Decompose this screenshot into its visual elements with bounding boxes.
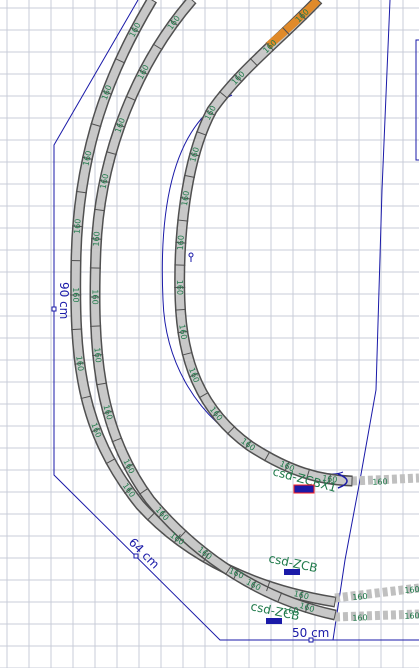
track-length-label: 160 [188, 146, 201, 163]
grid [0, 0, 419, 668]
tracks[interactable] [76, 0, 419, 617]
track-length-label: 160 [90, 289, 99, 304]
track-length-label: 160 [92, 347, 102, 363]
station-middle-marker [284, 569, 300, 575]
bottom-dimension-label: 50 cm [292, 626, 329, 640]
track-left-inner-fill [95, 0, 335, 615]
track-length-label: 160 [71, 287, 80, 302]
track-plan[interactable]: 160 160 160 160 160 160 160 160 160 160 160 160 160 1… [0, 0, 419, 668]
track-length-label: 160 [372, 477, 388, 487]
track-labels: 160 160 160 160 160 160 160 160 160 160 160 160 160 1… [71, 7, 419, 622]
track-length-label: 160 [404, 585, 419, 595]
track-joint [175, 309, 186, 310]
track-plan-canvas[interactable]: 160 160 160 160 160 160 160 160 160 160 160 160 160 1… [0, 0, 419, 668]
height-dimension-label: 90 cm [57, 282, 71, 319]
signal-marker[interactable] [189, 253, 193, 257]
track-length-label: 160 [73, 218, 83, 234]
track-length-label: 160 [92, 231, 102, 247]
track-inner-loop-fill [180, 0, 352, 481]
track-length-label: 160 [175, 280, 184, 295]
track-length-label: 160 [102, 404, 115, 421]
track-length-label: 160 [352, 592, 368, 602]
track-length-label: 160 [404, 611, 419, 621]
track-length-label: 160 [176, 235, 186, 251]
inner-outline [162, 95, 343, 474]
track-length-label: 160 [352, 613, 368, 623]
track-joint [71, 329, 82, 330]
height-dimension-handle[interactable] [52, 307, 56, 311]
station-top-marker [294, 485, 314, 493]
station-bottom-marker [266, 618, 282, 624]
diagonal-dimension-label: 64 cm [126, 535, 162, 571]
track-length-label: 160 [113, 117, 127, 134]
track-inner-loop[interactable] [180, 0, 352, 481]
tie-marks [70, 0, 352, 620]
